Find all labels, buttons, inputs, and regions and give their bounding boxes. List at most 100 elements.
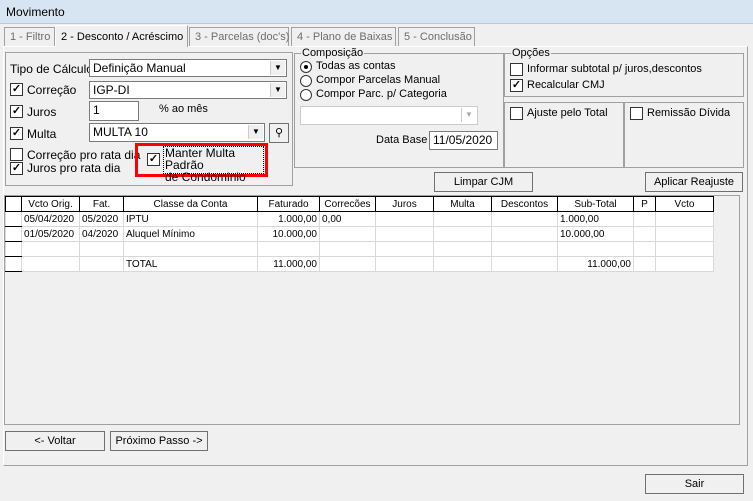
table-cell[interactable]: 05/2020 — [79, 211, 124, 227]
tab-desconto-acrescimo[interactable]: 2 - Desconto / Acréscimo — [55, 25, 188, 47]
table-row[interactable] — [5, 241, 714, 257]
table-cell[interactable] — [491, 226, 558, 242]
col-sub-total[interactable]: Sub-Total — [557, 196, 634, 212]
col-multa[interactable]: Multa — [433, 196, 492, 212]
contas-grid[interactable]: Vcto Orig. Fat. Classe da Conta Faturado… — [4, 195, 740, 425]
table-cell[interactable]: 1.000,00 — [557, 211, 634, 227]
table-cell[interactable] — [375, 211, 434, 227]
correcao-checkbox[interactable]: ✓ — [10, 83, 23, 96]
tab-plano-baixas[interactable]: 4 - Plano de Baixas — [291, 27, 396, 46]
table-cell[interactable] — [21, 256, 80, 272]
col-classe-conta[interactable]: Classe da Conta — [123, 196, 258, 212]
col-correcoes[interactable]: Correcões — [319, 196, 376, 212]
table-cell[interactable]: 11.000,00 — [557, 256, 634, 272]
table-cell[interactable] — [123, 241, 258, 257]
table-cell[interactable] — [433, 211, 492, 227]
categoria-select[interactable]: ▼ — [300, 106, 478, 125]
informar-subtotal-label: Informar subtotal p/ juros,descontos — [527, 63, 702, 75]
table-cell[interactable]: 04/2020 — [79, 226, 124, 242]
voltar-button[interactable]: <- Voltar — [5, 431, 105, 451]
table-cell[interactable]: 0,00 — [319, 211, 376, 227]
table-cell[interactable]: Aluquel Mínimo — [123, 226, 258, 242]
radio-compor-manual[interactable] — [300, 75, 312, 87]
col-p[interactable]: P — [633, 196, 656, 212]
window-title: Movimento — [6, 5, 65, 19]
table-cell[interactable] — [433, 256, 492, 272]
row-indicator[interactable] — [5, 256, 22, 272]
table-cell[interactable] — [633, 241, 656, 257]
manter-multa-label[interactable]: Manter Multa Padrão de Condominio — [163, 146, 264, 183]
table-cell[interactable] — [21, 241, 80, 257]
table-cell[interactable]: 1.000,00 — [257, 211, 320, 227]
table-cell[interactable]: 05/04/2020 — [21, 211, 80, 227]
table-cell[interactable] — [79, 241, 124, 257]
table-cell[interactable] — [319, 226, 376, 242]
proximo-passo-button[interactable]: Próximo Passo -> — [110, 431, 208, 451]
row-indicator[interactable] — [5, 226, 22, 242]
data-base-input[interactable]: 11/05/2020 — [429, 131, 498, 150]
juros-input[interactable]: 1 — [89, 101, 139, 121]
table-cell[interactable] — [375, 241, 434, 257]
table-cell[interactable] — [633, 256, 656, 272]
col-descontos[interactable]: Descontos — [491, 196, 558, 212]
table-cell[interactable] — [633, 226, 656, 242]
table-cell[interactable]: IPTU — [123, 211, 258, 227]
correcao-select[interactable]: IGP-DI ▼ — [89, 81, 287, 99]
table-cell[interactable] — [491, 256, 558, 272]
col-vcto[interactable]: Vcto — [655, 196, 714, 212]
ajuste-total-checkbox[interactable] — [510, 107, 523, 120]
limpar-cjm-button[interactable]: Limpar CJM — [434, 172, 533, 192]
manter-multa-checkbox[interactable]: ✓ — [147, 153, 160, 166]
chevron-down-icon: ▼ — [248, 125, 263, 139]
radio-todas-contas[interactable] — [300, 61, 312, 73]
table-cell[interactable] — [375, 226, 434, 242]
table-cell[interactable] — [319, 241, 376, 257]
tab-conclusao[interactable]: 5 - Conclusão — [398, 27, 475, 46]
sair-button[interactable]: Sair — [645, 474, 744, 494]
informar-subtotal-checkbox[interactable] — [510, 63, 523, 76]
radio-compor-categoria[interactable] — [300, 89, 312, 101]
table-cell[interactable] — [375, 256, 434, 272]
table-cell[interactable]: TOTAL — [123, 256, 258, 272]
table-cell[interactable]: 10.000,00 — [257, 226, 320, 242]
col-fat[interactable]: Fat. — [79, 196, 124, 212]
tipo-calculo-select[interactable]: Definição Manual ▼ — [89, 59, 287, 77]
juros-checkbox[interactable]: ✓ — [10, 105, 23, 118]
juros-rata-checkbox[interactable]: ✓ — [10, 162, 23, 175]
contas-table: Vcto Orig. Fat. Classe da Conta Faturado… — [5, 196, 714, 272]
table-row[interactable]: TOTAL 11.000,00 11.000,00 — [5, 256, 714, 272]
row-indicator[interactable] — [5, 211, 22, 227]
recalcular-cmj-checkbox[interactable]: ✓ — [510, 79, 523, 92]
table-cell[interactable] — [633, 211, 656, 227]
tab-parcelas[interactable]: 3 - Parcelas (doc's) — [189, 27, 289, 46]
col-vcto-orig[interactable]: Vcto Orig. — [21, 196, 80, 212]
table-cell[interactable] — [491, 211, 558, 227]
col-faturado[interactable]: Faturado — [257, 196, 320, 212]
table-cell[interactable] — [433, 226, 492, 242]
multa-checkbox[interactable]: ✓ — [10, 127, 23, 140]
table-cell[interactable] — [319, 256, 376, 272]
table-cell[interactable] — [257, 241, 320, 257]
table-cell[interactable] — [557, 241, 634, 257]
table-cell[interactable] — [655, 241, 714, 257]
table-cell[interactable]: 01/05/2020 — [21, 226, 80, 242]
correcao-rata-checkbox[interactable] — [10, 148, 23, 161]
tipo-calculo-value: Definição Manual — [93, 61, 186, 75]
multa-select[interactable]: MULTA 10 ▼ — [89, 123, 265, 142]
table-row[interactable]: 05/04/2020 05/2020 IPTU 1.000,00 0,00 1.000,0… — [5, 211, 714, 227]
table-cell[interactable]: 10.000,00 — [557, 226, 634, 242]
table-cell[interactable] — [655, 211, 714, 227]
col-juros[interactable]: Juros — [375, 196, 434, 212]
table-cell[interactable]: 11.000,00 — [257, 256, 320, 272]
row-indicator[interactable] — [5, 241, 22, 257]
table-cell[interactable] — [655, 256, 714, 272]
table-row[interactable]: 01/05/2020 04/2020 Aluquel Mínimo 10.000,00… — [5, 226, 714, 242]
binoculars-search-button[interactable]: ⚲ — [269, 123, 289, 143]
aplicar-reajuste-button[interactable]: Aplicar Reajuste — [645, 172, 743, 192]
tab-filtro[interactable]: 1 - Filtro — [4, 27, 55, 46]
table-cell[interactable] — [79, 256, 124, 272]
table-cell[interactable] — [655, 226, 714, 242]
table-cell[interactable] — [491, 241, 558, 257]
table-cell[interactable] — [433, 241, 492, 257]
remissao-divida-checkbox[interactable] — [630, 107, 643, 120]
